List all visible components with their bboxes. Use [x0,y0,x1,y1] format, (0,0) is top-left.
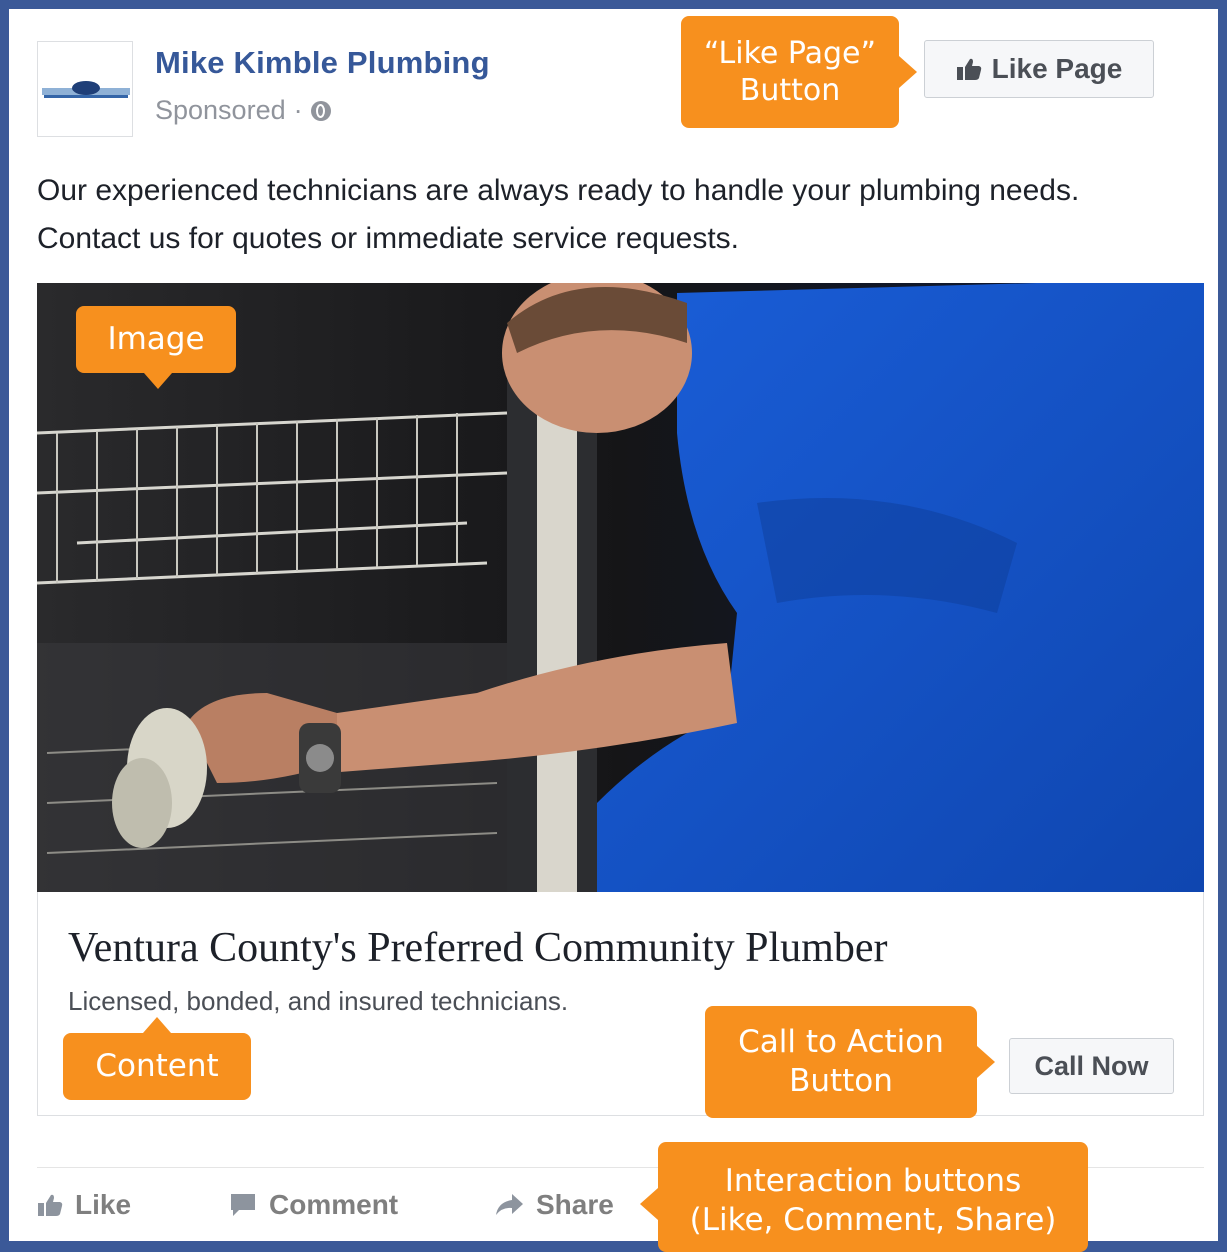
share-action-label: Share [536,1189,614,1220]
like-page-button[interactable]: Like Page [924,40,1154,98]
callout-cta-line2: Button [789,1063,893,1099]
thumbs-up-icon [38,1194,63,1216]
page-name-link[interactable]: Mike Kimble Plumbing [155,45,490,81]
separator-dot: · [293,95,303,125]
callout-cta-line1: Call to Action [738,1024,944,1061]
call-now-button[interactable]: Call Now [1009,1038,1174,1094]
callout-content-label: Content [95,1048,219,1085]
callout-cta: Call to Action Button [705,1006,995,1118]
comment-action-button[interactable]: Comment [229,1185,398,1225]
comment-icon [231,1194,255,1216]
sponsored-label: Sponsored [155,95,286,125]
link-description: Licensed, bonded, and insured technician… [68,986,569,1016]
like-action-button[interactable]: Like [37,1185,131,1225]
callout-arrow [144,373,172,389]
thumbs-up-icon [956,58,981,80]
page-avatar[interactable] [37,41,133,137]
share-action-button[interactable]: Share [494,1185,614,1225]
callout-image-label: Image [107,321,205,358]
callout-interaction-line1: Interaction buttons [724,1163,1022,1199]
callout-image: Image [76,306,236,389]
callout-interaction-line2: (Like, Comment, Share) [689,1201,1057,1238]
callout-arrow [640,1188,658,1220]
callout-like-page-line2: Button [739,73,841,108]
callout-arrow [977,1046,995,1078]
callout-arrow [143,1017,171,1033]
like-page-label: Like Page [991,53,1123,84]
callout-arrow [899,56,917,88]
share-arrow-icon [496,1194,523,1215]
link-headline[interactable]: Ventura County's Preferred Community Plu… [68,924,887,972]
ad-image[interactable] [37,283,1204,892]
sponsored-line: Sponsored · [155,95,331,126]
callout-like-page-line1: “Like Page” [703,35,877,71]
globe-icon [310,100,331,121]
like-action-label: Like [75,1189,132,1220]
post-body-text: Our experienced technicians are always r… [37,174,1080,255]
comment-action-label: Comment [269,1189,399,1220]
callout-like-page: “Like Page” Button [681,16,917,128]
callout-interaction: Interaction buttons (Like, Comment, Shar… [640,1142,1088,1252]
callout-content: Content [63,1017,251,1100]
